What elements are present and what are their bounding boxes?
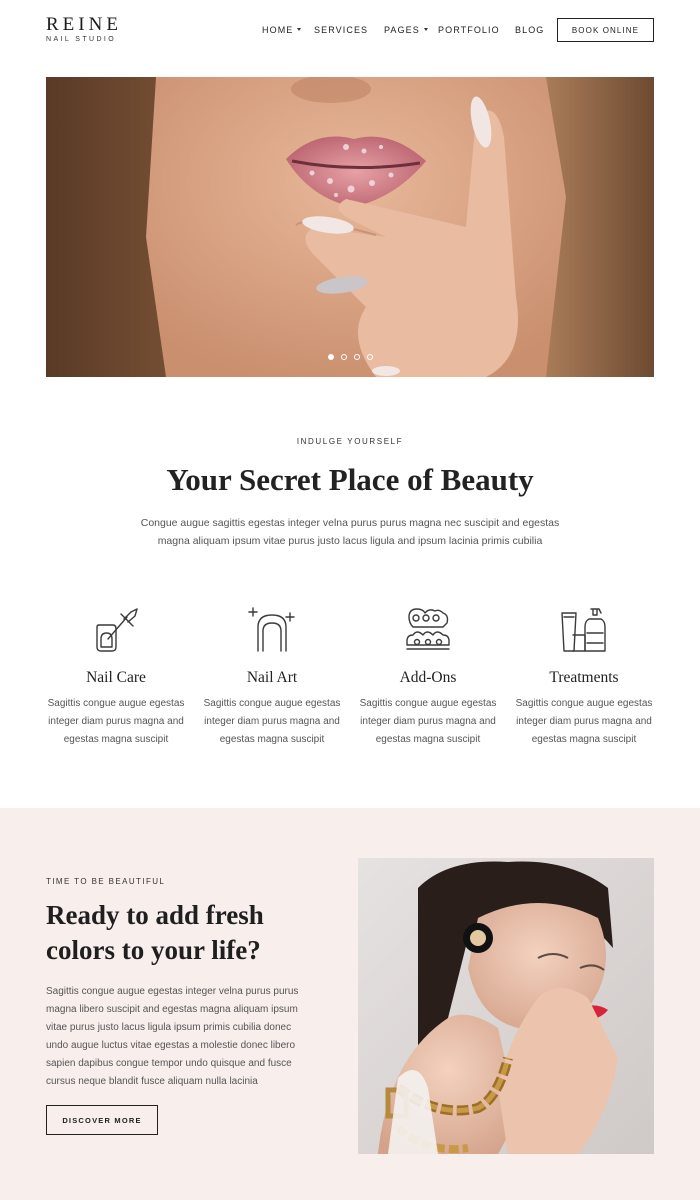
intro-title: Your Secret Place of Beauty xyxy=(166,462,534,497)
toe-separator-icon xyxy=(406,608,450,650)
slider-dots xyxy=(46,354,654,360)
service-title: Add-Ons xyxy=(399,669,457,686)
nav-item-services[interactable]: SERVICES xyxy=(314,25,368,35)
service-text: Sagittis congue augue egestas integer di… xyxy=(515,698,653,745)
service-nail-art[interactable]: Nail Art Sagittis congue augue egestas i… xyxy=(199,605,345,749)
service-add-ons[interactable]: Add-Ons Sagittis congue augue egestas in… xyxy=(355,605,501,749)
nav-item-home[interactable]: HOME xyxy=(262,25,302,35)
nav-item-pages[interactable]: PAGES xyxy=(384,25,428,35)
service-text: Sagittis congue augue egestas integer di… xyxy=(359,698,497,745)
logo[interactable]: REINE NAIL STUDIO xyxy=(46,14,122,44)
book-online-button[interactable]: BOOK ONLINE xyxy=(557,18,654,42)
feature-text: Sagittis congue augue egestas integer ve… xyxy=(46,986,299,1087)
service-text: Sagittis congue augue egestas integer di… xyxy=(47,698,185,745)
slider-dot-1[interactable] xyxy=(327,354,334,360)
nav-label: PAGES xyxy=(384,25,420,35)
service-title: Nail Art xyxy=(246,669,298,686)
chevron-down-icon xyxy=(423,28,428,31)
logo-main: REINE xyxy=(46,14,122,35)
nav-item-portfolio[interactable]: PORTFOLIO xyxy=(438,25,500,35)
nav-label: PORTFOLIO xyxy=(438,25,500,35)
slider-dot-3[interactable] xyxy=(353,354,360,360)
service-title: Nail Care xyxy=(86,669,146,686)
intro-eyebrow: INDULGE YOURSELF xyxy=(296,437,404,446)
sparkle-nail-icon xyxy=(248,607,295,652)
service-nail-care[interactable]: Nail Care Sagittis congue augue egestas … xyxy=(43,605,189,749)
hero-image xyxy=(46,77,654,377)
nav-item-blog[interactable]: BLOG xyxy=(515,25,544,35)
service-title: Treatments xyxy=(549,669,619,686)
cosmetic-bottles-icon xyxy=(561,608,606,652)
logo-sub: NAIL STUDIO xyxy=(46,36,117,43)
site-header: REINE NAIL STUDIO HOME SERVICES PAGES PO… xyxy=(0,0,700,62)
feature-eyebrow: TIME TO BE BEAUTIFUL xyxy=(46,877,166,886)
nav-label: BLOG xyxy=(515,25,545,35)
service-text: Sagittis congue augue egestas integer di… xyxy=(203,698,341,745)
slider-dot-4[interactable] xyxy=(366,354,373,360)
slider-dot-2[interactable] xyxy=(340,354,347,360)
chevron-down-icon xyxy=(297,28,302,31)
model-portrait xyxy=(358,858,654,1154)
feature-title: Ready to add fresh colors to your life? xyxy=(46,900,264,965)
nav-label: SERVICES xyxy=(314,25,369,35)
hero-slider[interactable] xyxy=(46,77,654,377)
intro-text: Congue augue sagittis egestas integer ve… xyxy=(140,517,560,547)
feature-image xyxy=(358,858,654,1154)
discover-more-button[interactable]: DISCOVER MORE xyxy=(46,1105,158,1135)
nav-label: HOME xyxy=(262,25,294,35)
service-treatments[interactable]: Treatments Sagittis congue augue egestas… xyxy=(511,605,657,749)
nail-polish-icon xyxy=(96,608,138,652)
